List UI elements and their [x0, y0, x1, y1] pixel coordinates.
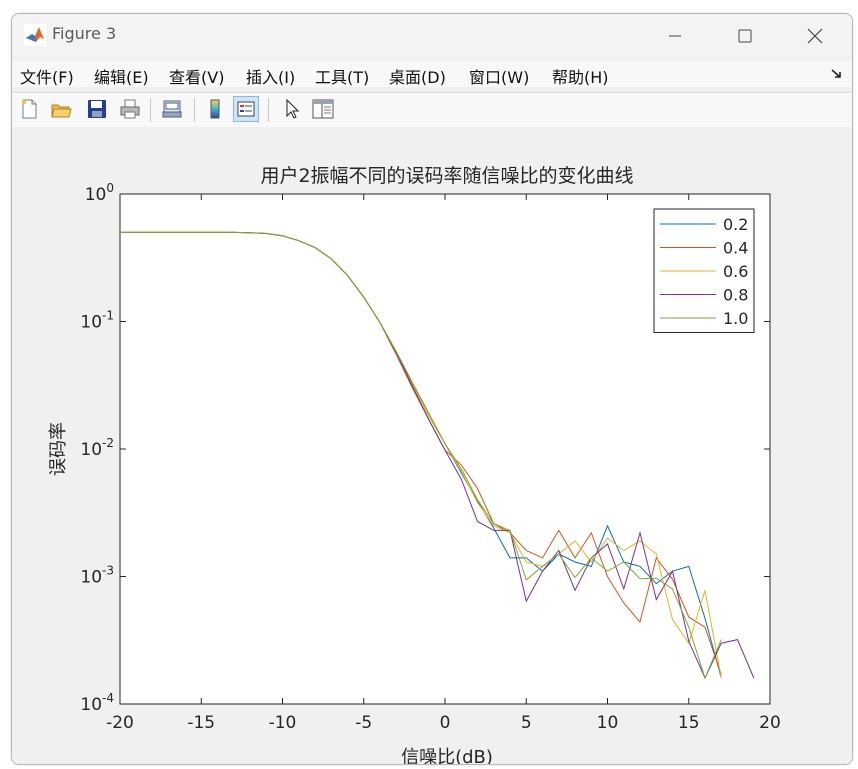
- close-button[interactable]: [780, 14, 850, 57]
- matlab-logo-icon: [24, 24, 46, 46]
- open-file-button[interactable]: [48, 96, 74, 122]
- x-tick-label: -10: [269, 713, 297, 733]
- new-figure-button[interactable]: [16, 96, 42, 122]
- menu-insert[interactable]: 插入(I): [246, 64, 295, 88]
- print-preview-button[interactable]: [159, 96, 185, 122]
- print-icon: [120, 99, 140, 119]
- y-tick-label: 100: [85, 181, 114, 205]
- y-tick-label: 10-4: [80, 691, 114, 715]
- legend-label: 0.6: [723, 262, 748, 281]
- menu-tools[interactable]: 工具(T): [315, 64, 369, 88]
- menu-file[interactable]: 文件(F): [20, 64, 74, 88]
- pointer-button[interactable]: [279, 96, 305, 122]
- new-figure-icon: [21, 99, 37, 119]
- legend-label: 0.2: [723, 215, 748, 234]
- pointer-icon: [286, 98, 300, 119]
- x-axis-label: 信噪比(dB): [401, 747, 493, 764]
- close-icon: [807, 28, 823, 43]
- colorbar-icon: [210, 99, 220, 119]
- x-tick-label: 15: [678, 713, 700, 733]
- x-tick-label: 20: [759, 713, 781, 733]
- toolbar: [12, 92, 852, 128]
- legend-label: 0.4: [723, 239, 748, 258]
- toolbar-separator: [194, 98, 195, 122]
- chart: 用户2振幅不同的误码率随信噪比的变化曲线 -20 -15 -10 -5 0 5 10 15 20…: [48, 165, 781, 764]
- minimize-icon: [669, 35, 681, 36]
- menu-view[interactable]: 查看(V): [169, 64, 224, 88]
- x-tick-label: -20: [106, 713, 134, 733]
- menu-bar: 文件(F) 编辑(E) 查看(V) 插入(I) 工具(T) 桌面(D) 窗口(W…: [12, 61, 852, 87]
- menu-help[interactable]: 帮助(H): [552, 64, 609, 88]
- maximize-button[interactable]: [710, 14, 780, 57]
- toolbar-separator: [268, 98, 269, 122]
- menu-window[interactable]: 窗口(W): [469, 64, 529, 88]
- save-icon: [88, 100, 106, 118]
- x-tick-label: -15: [187, 713, 215, 733]
- legend[interactable]: 0.2 0.4 0.6 0.8 1.0: [653, 208, 755, 333]
- x-tick-label: -5: [355, 713, 372, 733]
- y-tick-label: 10-3: [80, 564, 114, 588]
- maximize-icon: [738, 29, 752, 42]
- property-inspector-icon: [312, 99, 334, 119]
- minimize-button[interactable]: [640, 14, 710, 57]
- legend-label: 0.8: [723, 286, 748, 305]
- print-button[interactable]: [117, 96, 143, 122]
- figure-window: Figure 3 文件(F) 编辑(E) 查看(V) 插入(I) 工具(T) 桌…: [11, 13, 853, 765]
- legend-button[interactable]: [233, 96, 259, 122]
- y-tick-label: 10-1: [80, 309, 114, 333]
- window-title: Figure 3: [52, 24, 117, 43]
- dock-arrow-icon[interactable]: [830, 67, 844, 81]
- menu-desktop[interactable]: 桌面(D): [389, 64, 446, 88]
- menu-edit[interactable]: 编辑(E): [94, 64, 149, 88]
- print-preview-icon: [162, 100, 182, 118]
- figure-canvas: 用户2振幅不同的误码率随信噪比的变化曲线 -20 -15 -10 -5 0 5 10 15 20…: [12, 127, 852, 764]
- x-tick-label: 10: [597, 713, 619, 733]
- open-file-icon: [51, 104, 72, 118]
- toolbar-separator: [150, 98, 151, 122]
- title-bar[interactable]: Figure 3: [12, 14, 852, 57]
- y-tick-label: 10-2: [80, 436, 114, 460]
- x-tick-label: 0: [440, 713, 451, 733]
- y-axis-label: 误码率: [48, 422, 69, 476]
- x-tick-label: 5: [521, 713, 532, 733]
- save-button[interactable]: [84, 96, 110, 122]
- legend-icon: [237, 101, 255, 117]
- legend-label: 1.0: [723, 309, 748, 328]
- chart-title: 用户2振幅不同的误码率随信噪比的变化曲线: [260, 165, 633, 187]
- colorbar-button[interactable]: [202, 96, 228, 122]
- property-inspector-button[interactable]: [310, 96, 336, 122]
